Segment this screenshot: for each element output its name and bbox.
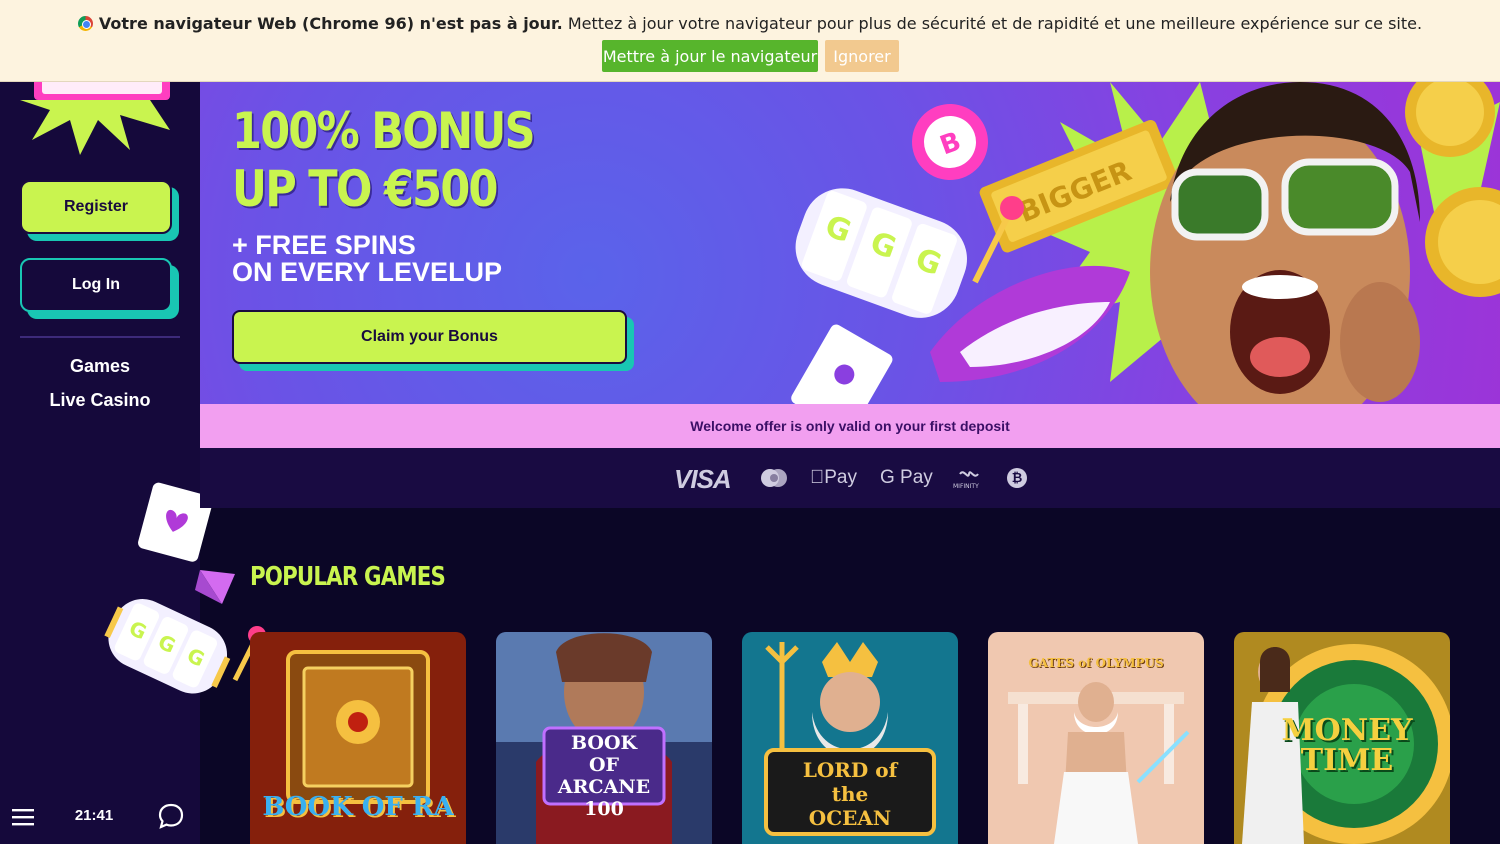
hamburger-menu-icon[interactable]	[12, 808, 34, 826]
hero-subtitle-line-1: + FREE SPINS	[232, 230, 416, 260]
update-message: Votre navigateur Web (Chrome 96) n'est p…	[0, 14, 1500, 33]
hero-subtitle: + FREE SPINS ON EVERY LEVELUP	[232, 232, 502, 286]
clock: 21:41	[74, 807, 114, 824]
welcome-offer-notice: Welcome offer is only valid on your firs…	[200, 404, 1500, 448]
nav-item-games[interactable]: Games	[0, 356, 200, 377]
google-pay-logo: G Pay	[880, 467, 933, 488]
game-title: LORD of the OCEAN	[802, 758, 898, 830]
update-message-text: Mettez à jour votre navigateur pour plus…	[562, 14, 1423, 33]
sidebar-footer: 21:41	[0, 790, 200, 844]
sidebar: Register Log In Games Live Casino G G G	[0, 0, 266, 844]
claim-bonus-button[interactable]: Claim your Bonus	[232, 310, 627, 364]
mifinity-label: MIFINITY	[953, 483, 979, 490]
game-card-money-time[interactable]: MONEY TIME	[1234, 632, 1450, 844]
browser-update-banner: Votre navigateur Web (Chrome 96) n'est p…	[0, 0, 1500, 82]
payment-methods-bar: VISA Pay G Pay MIFINITY ₿	[200, 448, 1500, 508]
hero-title: 100% BONUS UP TO €500	[232, 102, 536, 218]
chat-icon[interactable]	[157, 802, 185, 830]
game-title: BOOK OF RA	[262, 792, 454, 822]
hero-subtitle-line-2: ON EVERY LEVELUP	[232, 257, 503, 287]
register-button[interactable]: Register	[20, 180, 172, 234]
slot-machine-illustration: G G G	[104, 482, 266, 694]
game-title: BOOK OF ARCANE 100	[557, 732, 651, 820]
visa-logo: VISA	[674, 464, 732, 494]
mifinity-icon: MIFINITY	[953, 471, 979, 490]
game-card-gates-of-olympus[interactable]: GATES of OLYMPUS	[988, 632, 1204, 844]
apple-pay-label: Pay	[810, 467, 857, 488]
bonus-hero-banner: 100% BONUS UP TO €500 + FREE SPINS ON EV…	[200, 82, 1500, 404]
popular-games-title: POPULAR GAMES	[250, 562, 446, 592]
hero-title-line-2: UP TO €500	[232, 160, 498, 218]
nav-item-live-casino[interactable]: Live Casino	[0, 390, 200, 411]
ignore-button[interactable]: Ignorer	[825, 40, 899, 72]
chrome-icon	[77, 16, 93, 31]
login-button[interactable]: Log In	[20, 258, 172, 312]
hero-illustration: B BIGGER G G G	[791, 82, 1500, 404]
hero-title-line-1: 100% BONUS	[232, 102, 536, 160]
game-card-lord-of-the-ocean[interactable]: LORD of the OCEAN	[742, 632, 958, 844]
mastercard-icon	[761, 469, 787, 487]
sidebar-divider	[20, 336, 180, 338]
game-title: MONEY TIME	[1281, 713, 1413, 778]
game-card-book-of-arcane[interactable]: BOOK OF ARCANE 100	[496, 632, 712, 844]
update-message-bold: Votre navigateur Web (Chrome 96) n'est p…	[98, 14, 563, 33]
game-title: GATES of OLYMPUS	[1028, 656, 1164, 670]
apple-icon: 	[810, 467, 824, 488]
update-browser-button[interactable]: Mettre à jour le navigateur	[602, 40, 818, 72]
apple-pay-logo: Pay	[810, 467, 857, 489]
game-card-book-of-ra[interactable]: BOOK OF RA	[250, 632, 466, 844]
bitcoin-icon: ₿	[1007, 468, 1027, 488]
